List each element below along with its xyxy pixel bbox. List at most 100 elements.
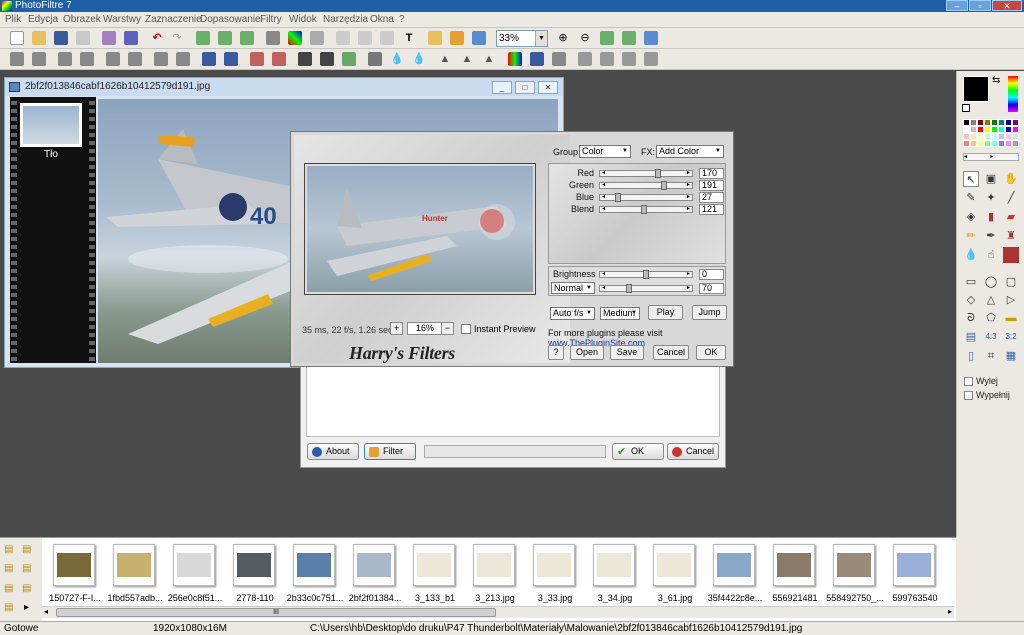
browser-item[interactable]: 35f4422c8e... [705, 544, 762, 604]
hf-red-value[interactable]: 170 [699, 168, 724, 179]
resize-image-icon[interactable] [336, 31, 350, 45]
ellipse-icon[interactable]: ◯ [983, 274, 999, 290]
plugin-ok-button[interactable]: ✔ OK [612, 443, 664, 460]
hf-brightness-value[interactable]: 0 [699, 269, 724, 280]
paste-icon[interactable] [218, 31, 232, 45]
browser-item[interactable]: 150727-F-I... [45, 544, 101, 604]
color-swatch[interactable] [970, 119, 977, 126]
curves-icon[interactable] [224, 52, 238, 66]
foreground-color-swatch[interactable] [963, 76, 989, 102]
adjust-1-icon[interactable] [10, 52, 24, 66]
sharpen-1-icon[interactable]: ▲ [438, 52, 452, 66]
hf-autofps-select[interactable]: Auto f/s ▼ [550, 307, 595, 320]
slider-right-arrow-icon[interactable]: ▸ [685, 170, 692, 177]
hf-ok-button[interactable]: OK [696, 345, 726, 360]
color-swatch[interactable] [984, 126, 991, 133]
tree-icon-6[interactable]: ▤ [22, 583, 36, 595]
window-close-button[interactable]: ✕ [538, 81, 558, 94]
chevron-down-icon[interactable]: ▼ [535, 31, 547, 46]
hf-open-button[interactable]: Open [570, 345, 604, 360]
tree-icon-1[interactable]: ▤ [4, 544, 18, 556]
tree-icon-5[interactable]: ▤ [4, 583, 18, 595]
browser-item[interactable]: 2b33c0c751... [285, 544, 343, 604]
resize-canvas-icon[interactable] [358, 31, 372, 45]
hf-group-select[interactable]: Color ▼ [579, 145, 631, 158]
polygon-icon[interactable]: ⬠ [983, 310, 999, 326]
copy-icon[interactable] [196, 31, 210, 45]
menu-help[interactable]: ? [399, 14, 405, 25]
window-minimize-button[interactable]: _ [492, 81, 512, 94]
color-swatch[interactable] [998, 133, 1005, 140]
hand-tool-icon[interactable]: ✋ [1003, 171, 1019, 187]
color-swatch[interactable] [963, 133, 970, 140]
color-swatch[interactable] [1005, 133, 1012, 140]
hf-blend-value[interactable]: 121 [699, 204, 724, 215]
smudge-icon[interactable]: ☝ [983, 247, 999, 263]
save-as-icon[interactable] [76, 31, 90, 45]
menu-widok[interactable]: Widok [289, 14, 317, 25]
hf-mode-slider[interactable]: ◂ ▸ [599, 284, 693, 293]
actual-size-icon[interactable] [622, 31, 636, 45]
color-swatch[interactable] [977, 119, 984, 126]
tree-icon-2[interactable]: ▤ [22, 544, 36, 556]
color-swatch[interactable] [991, 133, 998, 140]
plugin-filter-button[interactable]: Filter [364, 443, 416, 460]
hf-mode-slider-value[interactable]: 70 [699, 283, 724, 294]
wypelnij-checkbox[interactable] [964, 391, 973, 400]
plugin-about-button[interactable]: About [307, 443, 359, 460]
new-file-icon[interactable] [10, 31, 24, 45]
hf-help-button[interactable]: ? [548, 345, 564, 360]
slider-right-arrow-icon[interactable]: ▸ [685, 194, 692, 201]
hf-play-button[interactable]: Play [648, 305, 683, 320]
color-swatch[interactable] [991, 140, 998, 147]
rgb-icon[interactable] [508, 52, 522, 66]
screen-icon[interactable] [472, 31, 486, 45]
color-swatch[interactable] [991, 126, 998, 133]
slider-knob[interactable] [655, 169, 661, 178]
sharpen-3-icon[interactable]: ▲ [482, 52, 496, 66]
color-swatch[interactable] [970, 140, 977, 147]
save-file-icon[interactable] [54, 31, 68, 45]
drop-2-icon[interactable]: 💧 [412, 52, 426, 66]
adjust-7-icon[interactable] [154, 52, 168, 66]
grid-2-icon[interactable] [320, 52, 334, 66]
hf-green-slider[interactable]: ◂ ▸ [599, 181, 693, 190]
hf-fx-select[interactable]: Add Color ▼ [656, 145, 724, 158]
menu-plik[interactable]: Plik [5, 14, 21, 25]
color-swatch[interactable] [963, 140, 970, 147]
color-swatch[interactable] [1012, 126, 1019, 133]
spray-icon[interactable]: ▮ [983, 209, 999, 225]
scroll-left-icon[interactable]: ◂ [44, 607, 48, 616]
color-swatch[interactable] [963, 126, 970, 133]
slider-left-arrow-icon[interactable]: ◂ [600, 271, 607, 278]
color-swatch[interactable] [1005, 126, 1012, 133]
hf-preview-image[interactable]: Hunter [307, 166, 533, 292]
browser-item[interactable]: 3_213.jpg [465, 544, 521, 604]
menu-warstwy[interactable]: Warstwy [103, 14, 141, 25]
hf-blend-slider[interactable]: ◂ ▸ [599, 205, 693, 214]
ratio-32-icon[interactable]: 3:2 [1003, 329, 1019, 345]
transparency-icon[interactable] [310, 31, 324, 45]
color-swatch[interactable] [984, 119, 991, 126]
color-swatch[interactable] [998, 140, 1005, 147]
slider-knob[interactable] [661, 181, 667, 190]
color-swatch[interactable] [977, 133, 984, 140]
color-swatch[interactable] [963, 119, 970, 126]
crop-icon[interactable] [380, 31, 394, 45]
window-select-icon[interactable]: ▦ [1003, 348, 1019, 364]
triangle-icon[interactable]: △ [983, 292, 999, 308]
select-all-icon[interactable]: ▤ [963, 329, 979, 345]
color-swatch[interactable] [970, 133, 977, 140]
play-arrow-icon[interactable]: ▸ [24, 602, 38, 614]
color-swatch[interactable] [998, 119, 1005, 126]
hf-quality-select[interactable]: Medium ▼ [600, 307, 640, 320]
triangle-right-icon[interactable]: ▷ [1003, 292, 1019, 308]
hf-instant-preview-checkbox[interactable] [461, 324, 471, 334]
close-button[interactable]: ✕ [992, 0, 1022, 11]
color-spectrum[interactable] [1008, 76, 1018, 112]
scan-icon[interactable] [124, 31, 138, 45]
tree-icon-7[interactable]: ▤ [4, 602, 18, 614]
colors-icon[interactable] [250, 52, 264, 66]
zoom-out-icon[interactable]: ⊖ [578, 31, 592, 45]
menu-narzedzia[interactable]: Narzędzia [323, 14, 368, 25]
